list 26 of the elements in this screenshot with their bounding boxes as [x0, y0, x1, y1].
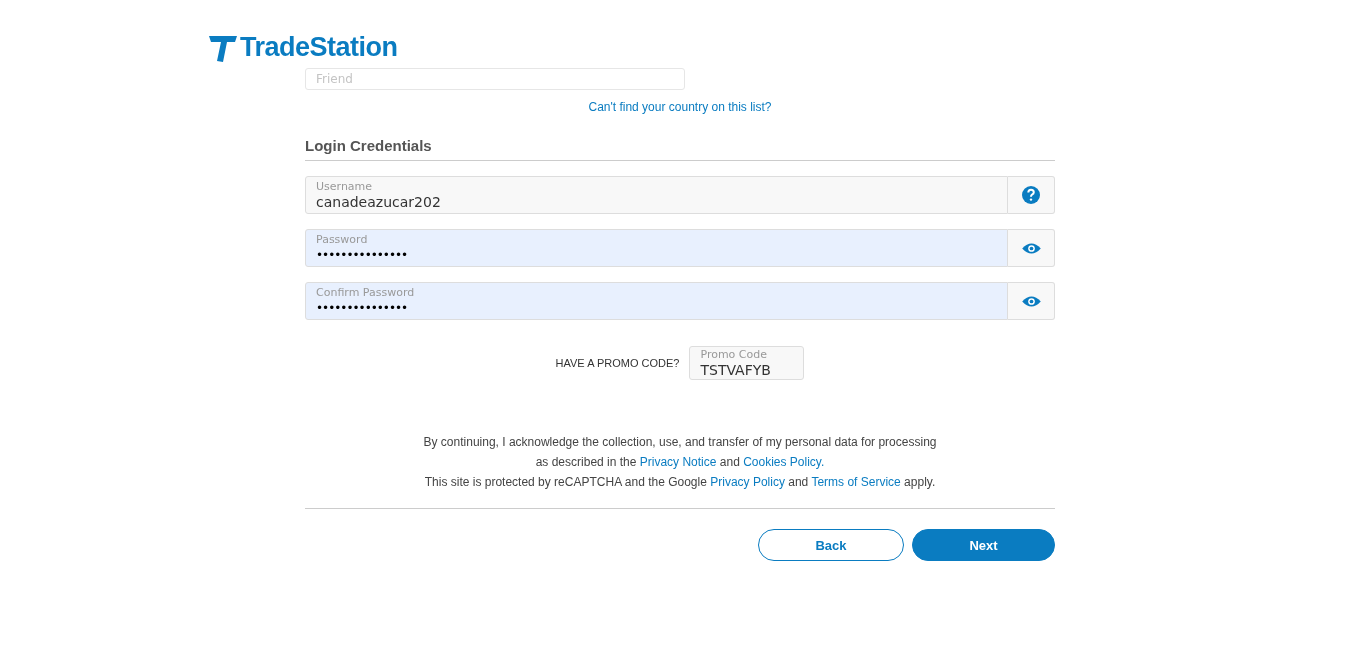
- recaptcha-text: This site is protected by reCAPTCHA and the Google: [424, 475, 707, 489]
- input-field[interactable]: Password •••••••••••••••: [305, 229, 1008, 267]
- show-password-button[interactable]: [1008, 282, 1055, 320]
- privacy-notice-link[interactable]: Privacy Notice: [639, 455, 717, 469]
- terms-link[interactable]: Terms of Service: [811, 475, 901, 489]
- consent-text: and: [719, 455, 740, 469]
- section-title: Login Credentials: [305, 137, 433, 154]
- input-field[interactable]: Username canadeazucar202: [305, 176, 1008, 214]
- recaptcha-text: and: [788, 475, 809, 489]
- eye-icon: [1020, 241, 1042, 255]
- next-button[interactable]: Next: [912, 529, 1055, 561]
- show-password-button[interactable]: [1008, 229, 1055, 267]
- promo-prompt: HAVE A PROMO CODE?: [555, 357, 680, 369]
- recaptcha-text: apply.: [904, 475, 936, 489]
- cookies-policy-link[interactable]: Cookies Policy.: [743, 455, 825, 469]
- input-field[interactable]: Confirm Password •••••••••••••••: [305, 282, 1008, 320]
- brand-name: TradeStation: [240, 32, 398, 63]
- country-link[interactable]: Can't find your country on this list?: [588, 100, 772, 114]
- promo-code-field[interactable]: Promo Code TSTVAFYB: [689, 346, 805, 380]
- back-button[interactable]: Back: [758, 529, 904, 561]
- consent-text: as described in the: [535, 455, 637, 469]
- privacy-policy-link[interactable]: Privacy Policy: [710, 475, 785, 489]
- help-button[interactable]: [1008, 176, 1055, 214]
- eye-icon: [1020, 294, 1042, 308]
- consent-text: By continuing, I acknowledge the collection, use, and transfer of my personal data for processing: [423, 435, 937, 449]
- help-icon: [1021, 185, 1041, 205]
